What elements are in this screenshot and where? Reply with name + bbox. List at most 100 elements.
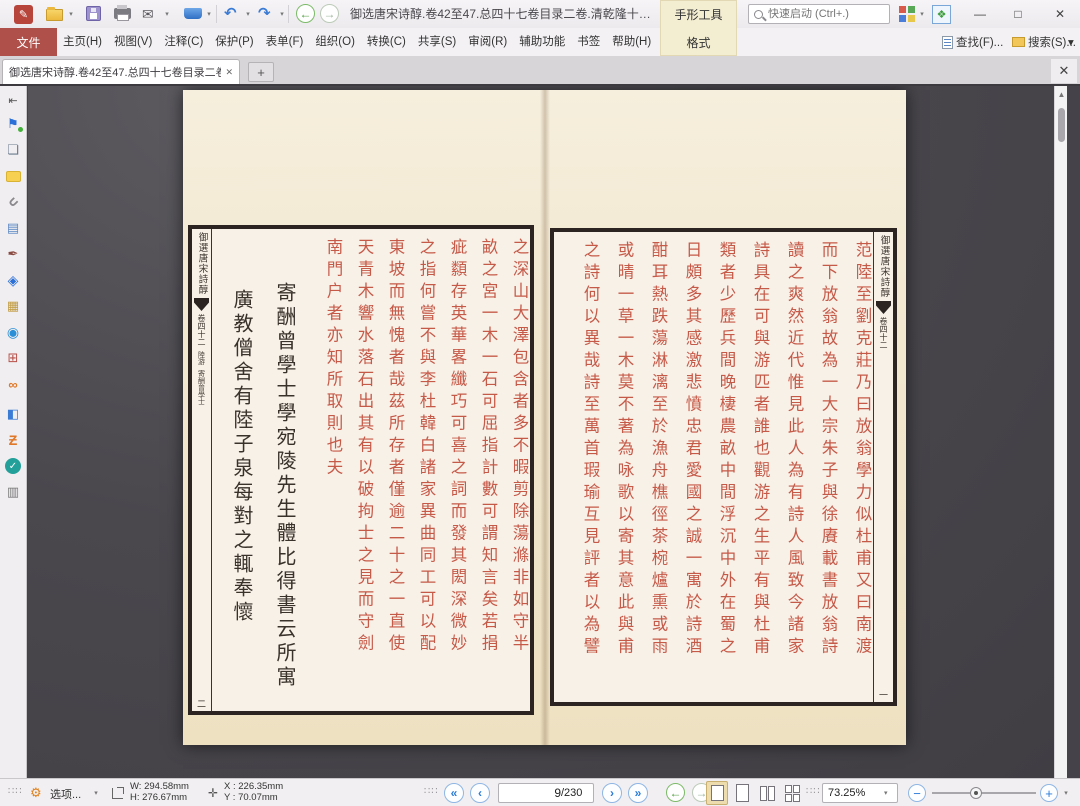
fullscreen-icon[interactable]: ❖ [932,5,951,24]
file-attachments-icon[interactable]: ▤ [0,215,27,241]
scroll-up-icon[interactable]: ▲ [1055,88,1067,100]
continuous-layout-button[interactable] [731,781,753,805]
minimize-button[interactable]: — [962,0,998,28]
menu-view[interactable]: 视图(V) [108,28,158,56]
zoom-in-button[interactable]: + [1040,784,1058,802]
articles-icon[interactable]: Ƶ [0,427,27,453]
back-button[interactable]: ← [296,4,315,23]
bookmarks-icon[interactable]: ⚑ [0,111,27,137]
text-column: 讀之爽然近代惟見此人為有詩人風致今諸家 [768,241,802,696]
last-page-button[interactable]: » [628,783,648,803]
poem-title-column: 寄酬曾學士學宛陵先生體比得書云所寓 [251,238,294,705]
facing-layout-button[interactable] [756,781,778,805]
scan-dropdown-icon[interactable]: ▾ [205,10,213,18]
signatures-icon[interactable]: ✒ [0,241,27,267]
document-tab[interactable]: 御选唐宋诗醇.卷42至47.总四十七卷目录二卷.清乾隆十.. ✕ [2,59,240,84]
main-area: ⇤ ⚑ ❏ ∪ ▤ ✒ ◈ ▦ ◉ ⊞ ∞ ◧ Ƶ ✓ ▥ 御選唐宋詩醇 卷四十… [0,86,1080,778]
zoom-slider[interactable] [932,783,1036,803]
toolbar-overflow-icon[interactable]: ▾ [1068,28,1078,56]
quick-launch-search[interactable] [748,4,890,24]
redo-dropdown-icon[interactable]: ▾ [278,10,286,18]
menu-protect[interactable]: 保护(P) [209,28,259,56]
options-gear-icon[interactable]: ⚙ [30,785,42,801]
tab-hand-tool[interactable]: 手形工具 [661,1,736,29]
redo-icon[interactable]: ↷ [258,4,271,22]
toolbar-grip[interactable]: ∷∷ [806,786,821,797]
menu-comment[interactable]: 注释(C) [158,28,209,56]
menu-home[interactable]: 主页(H) [57,28,108,56]
tab-format[interactable]: 格式 [661,29,736,57]
next-page-button[interactable]: › [602,783,622,803]
text-column: 而下放翁故為一大宗朱子與徐賡載書放翁詩 [802,241,836,696]
vertical-scrollbar[interactable]: ▲ [1054,86,1067,778]
previous-page-button[interactable]: ‹ [470,783,490,803]
scan-icon[interactable] [184,8,202,19]
previous-view-button[interactable]: ← [666,783,685,802]
search-button[interactable]: 搜索(S)... [1012,28,1076,56]
close-button[interactable]: ✕ [1040,0,1080,28]
skin-settings-icon[interactable] [899,6,915,22]
menu-file[interactable]: 文件 [0,28,57,56]
find-button[interactable]: 查找(F)... [942,28,1003,56]
zoom-slider-track[interactable] [932,792,1036,794]
undo-dropdown-icon[interactable]: ▾ [244,10,252,18]
document-tab-label: 御选唐宋诗醇.卷42至47.总四十七卷目录二卷.清乾隆十.. [9,64,221,80]
menu-share[interactable]: 共享(S) [412,28,462,56]
first-page-button[interactable]: « [444,783,464,803]
collapse-panel-icon[interactable]: ⇤ [0,89,27,111]
page-thumbnails-icon[interactable]: ❏ [0,137,27,163]
maximize-button[interactable]: □ [1000,0,1036,28]
right-page: 范陸至劉克莊乃曰放翁學力似杜甫又曰南渡 而下放翁故為一大宗朱子與徐賡載書放翁詩 … [550,228,897,706]
accessibility-icon[interactable]: ✓ [0,453,27,479]
open-dropdown-icon[interactable]: ▾ [67,10,75,18]
accessibility-report-icon[interactable]: ▥ [0,479,27,505]
layers-icon[interactable]: ◈ [0,267,27,293]
skin-dropdown-icon[interactable]: ▾ [918,10,926,18]
scrollbar-thumb[interactable] [1058,108,1065,142]
toolbar-grip[interactable]: ∷∷ [8,786,23,797]
menu-accessibility[interactable]: 辅助功能 [513,28,571,56]
page-fold [540,90,550,745]
menu-bookmark[interactable]: 书签 [571,28,606,56]
status-overflow-icon[interactable]: ▾ [1062,789,1070,797]
navigation-panel: ⇤ ⚑ ❏ ∪ ▤ ✒ ◈ ▦ ◉ ⊞ ∞ ◧ Ƶ ✓ ▥ [0,86,27,778]
tab-close-icon[interactable]: ✕ [225,67,233,78]
email-dropdown-icon[interactable]: ▾ [163,10,171,18]
email-icon[interactable]: ✉ [142,6,154,23]
document-viewport[interactable]: 御選唐宋詩醇 卷四十二 陸游 寄酬曾學士 二 之深山大澤包含者多不暇剪除蕩滌非如… [28,86,1067,778]
search-input[interactable] [768,8,884,20]
undo-icon[interactable]: ↶ [224,4,237,22]
fields-icon[interactable]: ⊞ [0,345,27,371]
options-button[interactable]: 选项... [50,786,81,802]
content-icon[interactable]: ▦ [0,293,27,319]
menu-organize[interactable]: 组织(O) [309,28,361,56]
book-spread: 御選唐宋詩醇 卷四十二 陸游 寄酬曾學士 二 之深山大澤包含者多不暇剪除蕩滌非如… [183,90,906,745]
new-tab-button[interactable]: + [248,62,274,82]
save-icon[interactable] [86,6,101,21]
print-icon[interactable] [114,8,131,19]
open-file-icon[interactable] [46,9,63,21]
text-column: 酣耳熱跌蕩淋漓至於漁舟樵徑茶椀爐熏或雨 [632,241,666,696]
menu-review[interactable]: 审阅(R) [462,28,513,56]
page-total-label: /230 [561,787,582,799]
page-number-input[interactable] [503,786,561,800]
tags-icon[interactable]: ◧ [0,401,27,427]
close-document-button[interactable]: ✕ [1051,59,1077,83]
menu-help[interactable]: 帮助(H) [606,28,657,56]
options-dropdown-icon[interactable]: ▾ [92,789,100,797]
menu-convert[interactable]: 转换(C) [361,28,412,56]
text-column: 之詩何以異哉詩至萬首瑕瑜互見評者以為譬 [564,241,598,696]
menu-form[interactable]: 表单(F) [260,28,310,56]
text-column: 疵纇存英華畧纖巧可喜之詞而發其閎深微妙 [434,238,465,705]
zoom-out-button[interactable]: − [908,784,926,802]
links-icon[interactable]: ∞ [0,371,27,397]
zoom-level-select[interactable]: 73.25% ▾ [822,783,898,803]
destinations-icon[interactable]: ◉ [0,319,27,345]
find-icon [942,36,953,49]
single-page-layout-button[interactable] [706,781,728,805]
toolbar-grip[interactable]: ∷∷ [424,786,439,797]
zoom-slider-thumb[interactable] [970,787,982,799]
search-icon [754,10,763,19]
continuous-facing-layout-button[interactable] [781,781,803,805]
forward-button[interactable]: → [320,4,339,23]
